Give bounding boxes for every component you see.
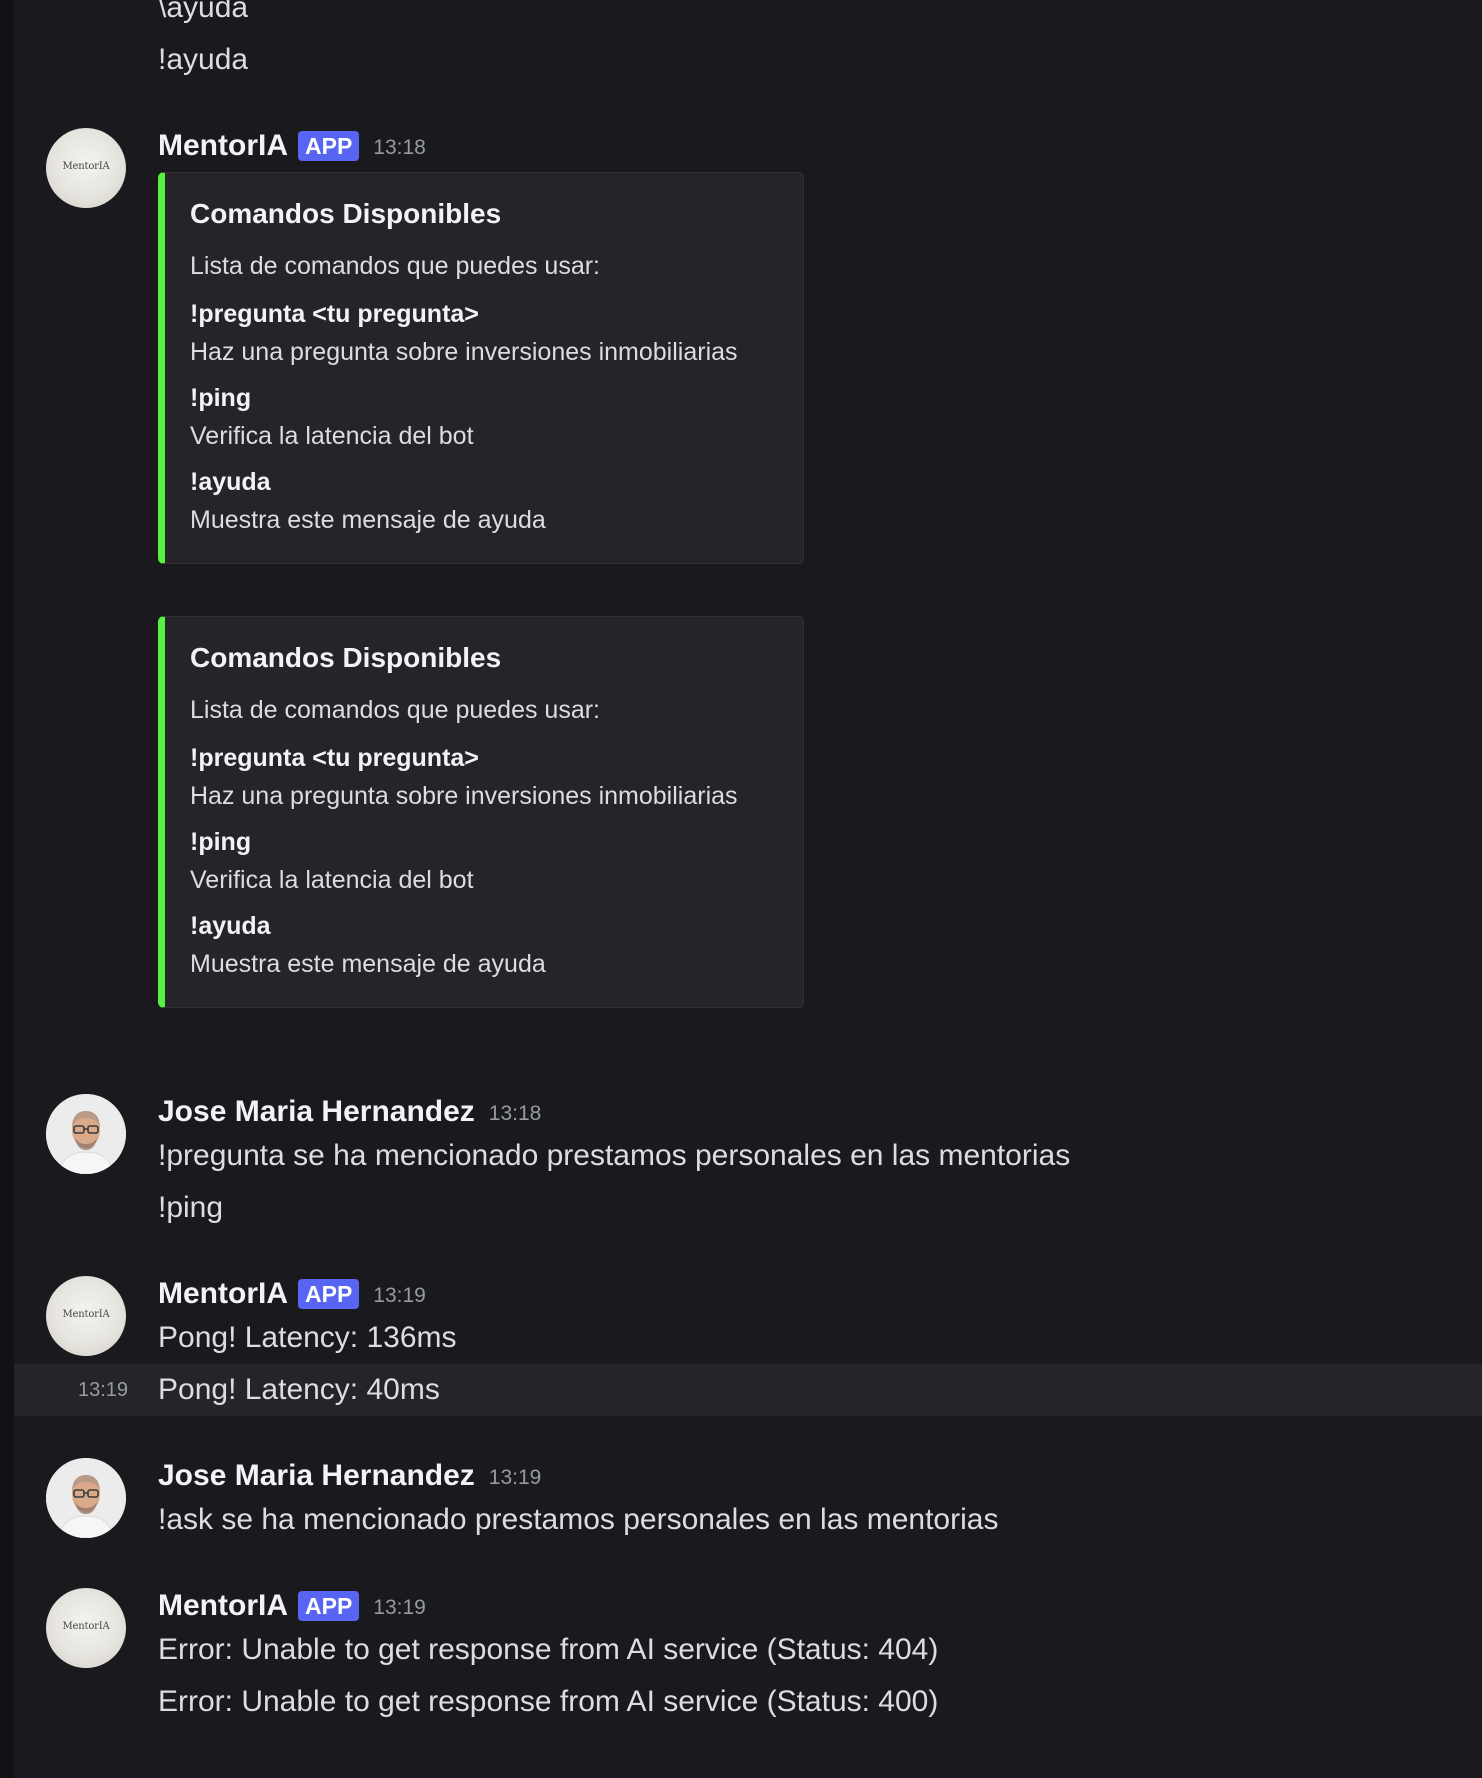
embed-field-value: Verifica la latencia del bot bbox=[190, 866, 474, 894]
user-portrait-icon bbox=[46, 1094, 126, 1174]
embed-title: Comandos Disponibles bbox=[190, 198, 502, 229]
author-name[interactable]: MentorIA bbox=[158, 128, 288, 164]
message-line: !pregunta se ha mencionado prestamos per… bbox=[158, 1139, 1071, 1172]
embed-field-value: Haz una pregunta sobre inversiones inmob… bbox=[190, 782, 738, 810]
app-badge: APP bbox=[298, 131, 360, 161]
embed-field-name: !ping bbox=[190, 828, 252, 856]
message-header: MentorIA APP 13:19 bbox=[158, 1586, 426, 1626]
avatar[interactable] bbox=[46, 1458, 126, 1538]
embed-field-value: Verifica la latencia del bot bbox=[190, 422, 474, 450]
embed-field: !ping Verifica la latencia del bot bbox=[190, 383, 773, 451]
app-badge: APP bbox=[298, 1279, 360, 1309]
embed-field-name: !ping bbox=[190, 384, 252, 412]
embed-description: Lista de comandos que puedes usar: bbox=[190, 696, 600, 724]
message-line: !ask se ha mencionado prestamos personal… bbox=[158, 1503, 999, 1536]
left-sidebar-edge bbox=[0, 0, 14, 1778]
avatar-logo-text: MentorIA bbox=[62, 1621, 110, 1632]
message-timestamp[interactable]: 13:19 bbox=[373, 1274, 426, 1314]
embed-field: !ayuda Muestra este mensaje de ayuda bbox=[190, 467, 773, 535]
embed-card: Comandos Disponibles Lista de comandos q… bbox=[158, 172, 804, 564]
embed-field-value: Muestra este mensaje de ayuda bbox=[190, 950, 546, 978]
embed-field-name: !pregunta <tu pregunta> bbox=[190, 744, 479, 772]
author-name[interactable]: MentorIA bbox=[158, 1588, 288, 1624]
avatar-logo-text: MentorIA bbox=[62, 161, 110, 172]
author-name[interactable]: Jose Maria Hernandez bbox=[158, 1094, 475, 1130]
avatar[interactable]: MentorIA bbox=[46, 1588, 126, 1668]
chat-message-list[interactable]: \ayuda !ayuda MentorIA MentorIA APP 13:1… bbox=[14, 0, 1482, 1778]
message-line: Error: Unable to get response from AI se… bbox=[158, 1633, 939, 1666]
embed-field-value: Haz una pregunta sobre inversiones inmob… bbox=[190, 338, 738, 366]
user-portrait-icon bbox=[46, 1458, 126, 1538]
author-name[interactable]: MentorIA bbox=[158, 1276, 288, 1312]
avatar-logo-text: MentorIA bbox=[62, 1309, 110, 1320]
avatar[interactable]: MentorIA bbox=[46, 1276, 126, 1356]
message-line: Error: Unable to get response from AI se… bbox=[158, 1685, 939, 1718]
message-line: !ping bbox=[158, 1191, 224, 1224]
avatar[interactable] bbox=[46, 1094, 126, 1174]
message-timestamp[interactable]: 13:19 bbox=[373, 1586, 426, 1626]
embed-card: Comandos Disponibles Lista de comandos q… bbox=[158, 616, 804, 1008]
message-header: Jose Maria Hernandez 13:18 bbox=[158, 1092, 541, 1132]
message-timestamp[interactable]: 13:18 bbox=[373, 126, 426, 166]
message-header: Jose Maria Hernandez 13:19 bbox=[158, 1456, 541, 1496]
author-name[interactable]: Jose Maria Hernandez bbox=[158, 1458, 475, 1494]
embed-field-name: !pregunta <tu pregunta> bbox=[190, 300, 479, 328]
embed-field: !ayuda Muestra este mensaje de ayuda bbox=[190, 911, 773, 979]
hover-timestamp[interactable]: 13:19 bbox=[78, 1378, 128, 1402]
embed-description: Lista de comandos que puedes usar: bbox=[190, 252, 600, 280]
embed-field: !ping Verifica la latencia del bot bbox=[190, 827, 773, 895]
message-line: Pong! Latency: 136ms bbox=[158, 1321, 457, 1354]
avatar[interactable]: MentorIA bbox=[46, 128, 126, 208]
message-line: !ayuda bbox=[158, 43, 249, 76]
embed-field-name: !ayuda bbox=[190, 468, 271, 496]
message-line: Pong! Latency: 40ms bbox=[158, 1373, 440, 1406]
message-header: MentorIA APP 13:19 bbox=[158, 1274, 426, 1314]
message-timestamp[interactable]: 13:18 bbox=[489, 1092, 542, 1132]
embed-field: !pregunta <tu pregunta> Haz una pregunta… bbox=[190, 743, 773, 811]
app-badge: APP bbox=[298, 1591, 360, 1621]
embed-field-value: Muestra este mensaje de ayuda bbox=[190, 506, 546, 534]
embed-field: !pregunta <tu pregunta> Haz una pregunta… bbox=[190, 299, 773, 367]
message-header: MentorIA APP 13:18 bbox=[158, 126, 426, 166]
embed-title: Comandos Disponibles bbox=[190, 642, 502, 673]
message-line: \ayuda bbox=[158, 0, 249, 24]
embed-field-name: !ayuda bbox=[190, 912, 271, 940]
message-timestamp[interactable]: 13:19 bbox=[489, 1456, 542, 1496]
